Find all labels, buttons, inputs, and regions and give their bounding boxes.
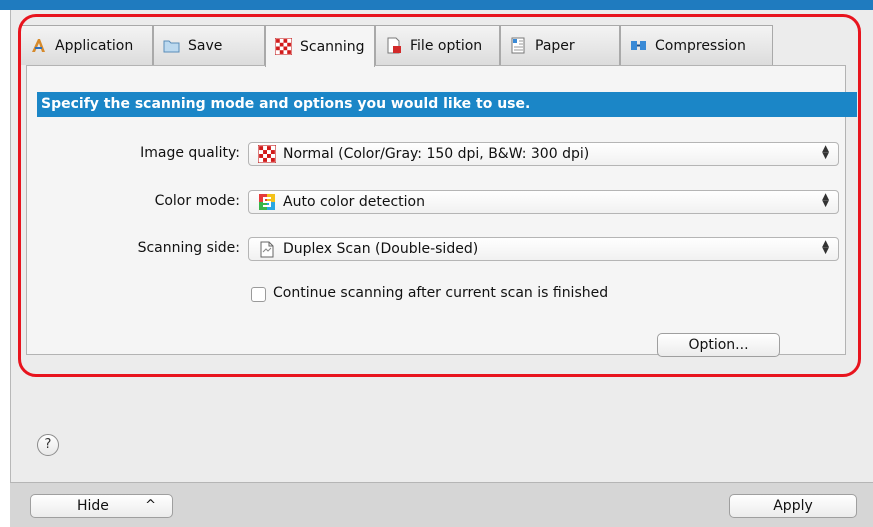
help-button[interactable]: ? — [37, 434, 59, 456]
select-arrows-icon: ▲ ▼ — [822, 192, 829, 209]
select-arrows-icon: ▲ ▼ — [822, 239, 829, 256]
hide-button[interactable]: Hide ^ — [30, 494, 173, 518]
scanning-side-select[interactable]: Duplex Scan (Double-sided) ▲ ▼ — [248, 237, 839, 261]
color-mode-select[interactable]: Auto color detection ▲ ▼ — [248, 190, 839, 214]
tab-paper[interactable]: Paper — [500, 25, 620, 65]
option-button[interactable]: Option... — [657, 333, 780, 357]
color-mode-label: Color mode: — [154, 193, 240, 209]
top-accent-bar — [0, 0, 873, 10]
chevron-up-icon: ^ — [145, 498, 156, 513]
image-quality-value: Normal (Color/Gray: 150 dpi, B&W: 300 dp… — [283, 146, 590, 162]
select-arrows-icon: ▲ ▼ — [822, 144, 829, 161]
scanning-checker-icon — [274, 37, 293, 56]
continue-scanning-checkbox[interactable] — [251, 287, 266, 302]
tab-file-option[interactable]: File option — [375, 25, 500, 65]
tab-compression[interactable]: Compression — [620, 25, 773, 65]
checker-quality-icon — [257, 144, 277, 164]
image-quality-label: Image quality: — [140, 145, 240, 161]
compression-icon — [630, 37, 647, 54]
scanning-side-label: Scanning side: — [137, 240, 240, 256]
image-quality-select[interactable]: Normal (Color/Gray: 150 dpi, B&W: 300 dp… — [248, 142, 839, 166]
instruction-banner: Specify the scanning mode and options yo… — [37, 92, 857, 117]
color-detect-icon — [258, 193, 276, 211]
tab-label: Application — [55, 37, 134, 54]
tab-save[interactable]: Save — [153, 25, 265, 65]
tab-label: File option — [410, 37, 483, 54]
tab-label: Paper — [535, 37, 575, 54]
continue-scanning-label[interactable]: Continue scanning after current scan is … — [273, 285, 608, 301]
folder-icon — [163, 37, 180, 54]
tab-application[interactable]: Application — [20, 25, 153, 65]
tab-label: Scanning — [300, 38, 365, 55]
duplex-page-icon — [258, 240, 276, 258]
color-mode-value: Auto color detection — [283, 194, 425, 210]
tab-scanning[interactable]: Scanning — [265, 25, 375, 67]
file-option-icon — [385, 37, 402, 54]
apply-button[interactable]: Apply — [729, 494, 857, 518]
paper-icon — [510, 37, 527, 54]
application-icon — [30, 37, 47, 54]
tab-label: Compression — [655, 37, 746, 54]
scanning-side-value: Duplex Scan (Double-sided) — [283, 241, 479, 257]
tab-label: Save — [188, 37, 223, 54]
hide-button-label: Hide — [77, 498, 109, 514]
